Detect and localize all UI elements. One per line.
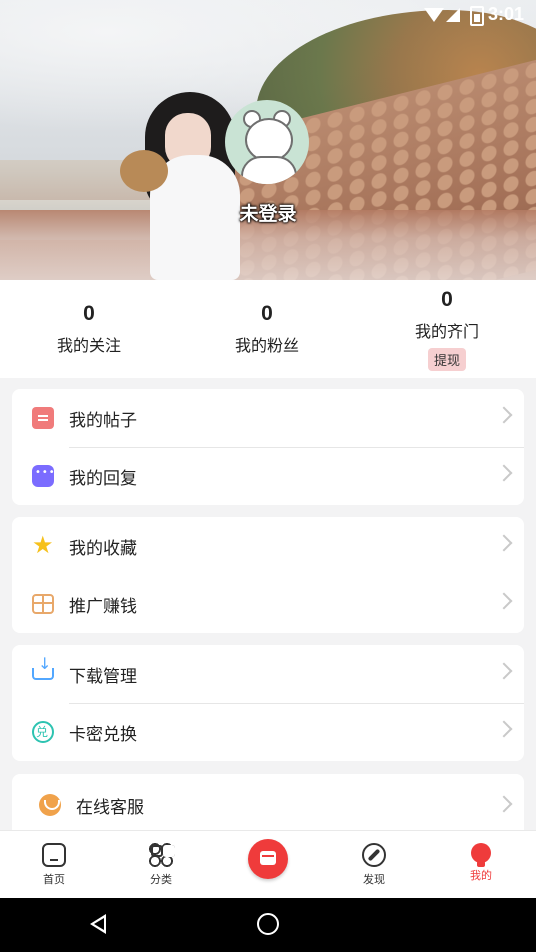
status-bar: 3:01 bbox=[416, 0, 536, 28]
stat-following-label: 我的关注 bbox=[56, 336, 121, 355]
menu-item-label: 推广赚钱 bbox=[69, 596, 137, 617]
menu-item-my-favorites[interactable]: 我的收藏 bbox=[12, 517, 524, 575]
menu-card-downloads: 下载管理 卡密兑换 bbox=[12, 645, 524, 761]
profile-icon bbox=[471, 843, 491, 867]
header-photo-coconut bbox=[120, 150, 168, 192]
stat-fans-label: 我的粉丝 bbox=[234, 336, 299, 355]
menu-item-my-posts[interactable]: 我的帖子 bbox=[12, 389, 524, 447]
menu-item-label: 我的回复 bbox=[69, 468, 137, 489]
center-store-button[interactable] bbox=[248, 839, 288, 879]
withdraw-button[interactable]: 提现 bbox=[427, 348, 466, 371]
download-icon bbox=[32, 654, 54, 680]
home-circle-icon[interactable] bbox=[257, 913, 279, 935]
customer-service-icon bbox=[39, 794, 61, 816]
stat-fans-count: 0 bbox=[261, 302, 273, 325]
signal-icon bbox=[446, 8, 460, 22]
stat-coins-label: 我的齐门 bbox=[414, 322, 479, 341]
chevron-right-icon bbox=[495, 534, 513, 552]
wifi-icon bbox=[424, 8, 444, 22]
menu-item-label: 我的收藏 bbox=[69, 538, 137, 559]
profile-header: 未登录 3:01 bbox=[0, 0, 536, 280]
status-time: 3:01 bbox=[487, 4, 524, 24]
menu-item-redeem-code[interactable]: 卡密兑换 bbox=[12, 703, 524, 761]
grid-icon bbox=[149, 843, 173, 867]
login-status[interactable]: 未登录 bbox=[0, 199, 536, 226]
menu-item-label: 下载管理 bbox=[69, 666, 137, 687]
tab-discover[interactable]: 发现 bbox=[329, 843, 419, 887]
gift-icon bbox=[32, 594, 54, 614]
tab-me-label: 我的 bbox=[470, 869, 492, 882]
menu-item-label: 在线客服 bbox=[76, 797, 144, 818]
tab-me[interactable]: 我的 bbox=[436, 843, 526, 883]
star-icon bbox=[32, 531, 54, 559]
chevron-right-icon bbox=[495, 406, 513, 424]
stat-following-count: 0 bbox=[83, 302, 95, 325]
chevron-right-icon bbox=[495, 592, 513, 610]
chevron-right-icon bbox=[495, 795, 513, 813]
menu-item-label: 我的帖子 bbox=[69, 410, 137, 431]
menu-item-promotion[interactable]: 推广赚钱 bbox=[12, 575, 524, 633]
stat-fans[interactable]: 0 我的粉丝 bbox=[178, 302, 356, 356]
chevron-right-icon bbox=[495, 464, 513, 482]
menu-card-service: 在线客服 bbox=[12, 774, 524, 830]
post-icon bbox=[32, 407, 54, 429]
stat-following[interactable]: 0 我的关注 bbox=[0, 302, 178, 356]
menu-item-download-manager[interactable]: 下载管理 bbox=[12, 645, 524, 703]
menu-card-favorites: 我的收藏 推广赚钱 bbox=[12, 517, 524, 633]
tab-home-label: 首页 bbox=[43, 873, 65, 886]
menu-item-label: 卡密兑换 bbox=[69, 724, 137, 745]
avatar-bear-body bbox=[241, 156, 297, 184]
battery-icon bbox=[470, 6, 484, 26]
tab-category[interactable]: 分类 bbox=[116, 843, 206, 887]
stats-bar: 0 我的关注 0 我的粉丝 0 我的齐门 提现 bbox=[0, 280, 536, 378]
avatar[interactable] bbox=[225, 100, 309, 184]
system-navigation-bar bbox=[0, 898, 536, 952]
compass-icon bbox=[362, 843, 386, 867]
reply-icon bbox=[32, 465, 56, 487]
chevron-right-icon bbox=[495, 662, 513, 680]
stat-coins[interactable]: 0 我的齐门 提现 bbox=[358, 288, 536, 371]
back-icon[interactable] bbox=[90, 914, 108, 934]
bottom-tab-bar: 首页 分类 发现 我的 bbox=[0, 830, 536, 899]
home-icon bbox=[42, 843, 66, 867]
chevron-right-icon bbox=[495, 720, 513, 738]
menu-item-my-replies[interactable]: 我的回复 bbox=[12, 447, 524, 505]
tab-category-label: 分类 bbox=[150, 873, 172, 886]
menu-item-online-service[interactable]: 在线客服 bbox=[12, 774, 524, 830]
tab-discover-label: 发现 bbox=[363, 873, 385, 886]
tab-home[interactable]: 首页 bbox=[9, 843, 99, 887]
redeem-icon bbox=[32, 721, 54, 743]
stat-coins-count: 0 bbox=[441, 288, 453, 311]
menu-card-posts: 我的帖子 我的回复 bbox=[12, 389, 524, 505]
